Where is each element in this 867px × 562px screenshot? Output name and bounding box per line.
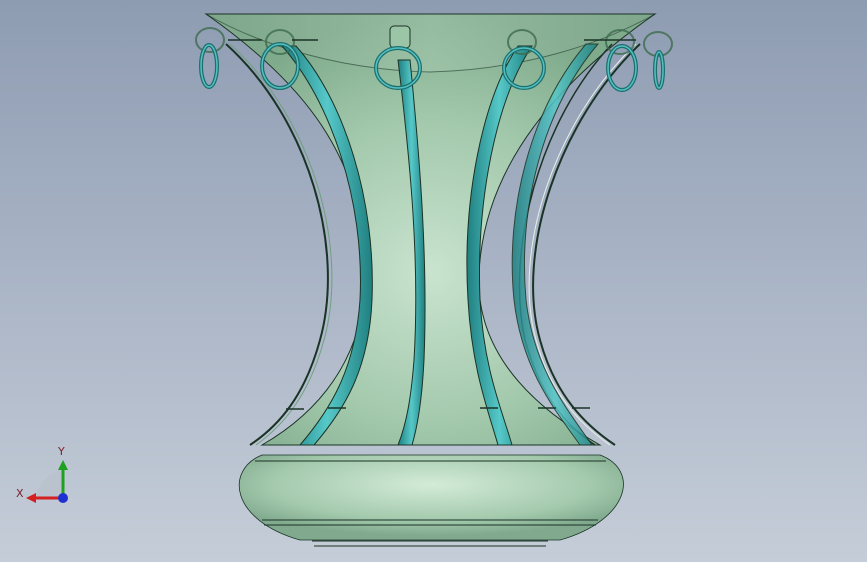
x-arrow-head — [26, 493, 36, 503]
model-view[interactable]: X Y — [0, 0, 867, 562]
ring-1-holder — [195, 27, 225, 53]
vase-base[interactable] — [238, 454, 624, 541]
x-axis-label: X — [16, 487, 24, 500]
y-arrow-head — [58, 460, 68, 470]
triad-xy-plane — [35, 470, 63, 498]
ring-3-holder — [389, 25, 411, 49]
y-axis-label: Y — [57, 445, 65, 458]
z-axis-dot — [58, 493, 68, 503]
coordinate-triad: X Y — [16, 445, 68, 503]
graphics-viewport[interactable]: X Y — [0, 0, 867, 562]
vase-neck-surface[interactable] — [204, 13, 657, 446]
